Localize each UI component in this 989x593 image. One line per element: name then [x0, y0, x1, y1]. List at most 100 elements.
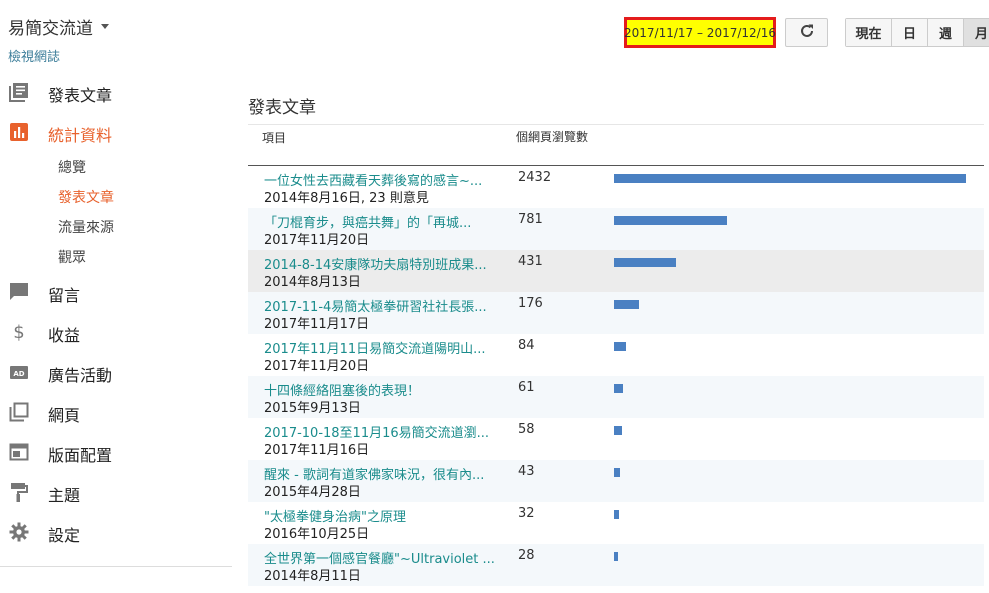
- post-date: 2014年8月13日: [264, 275, 361, 290]
- stats-icon: [8, 121, 30, 143]
- post-date: 2017年11月16日: [264, 443, 370, 458]
- blog-selector[interactable]: 易簡交流道: [8, 14, 109, 39]
- posts-table: 項目 個網頁瀏覽數 一位女性去西藏看天葬後寫的感言~... 2014年8月16日,…: [248, 124, 984, 586]
- sidebar-item-posts[interactable]: 發表文章: [0, 77, 232, 107]
- view-bar: [614, 216, 727, 225]
- table-row: 2017-10-18至11月16易簡交流道瀏... 2017年11月16日 58: [248, 418, 984, 460]
- refresh-button[interactable]: [785, 18, 828, 47]
- view-bar: [614, 300, 639, 309]
- pages-icon: [8, 401, 30, 423]
- sidebar-item-comments[interactable]: 留言: [0, 277, 232, 307]
- paint-roller-icon: [8, 481, 30, 503]
- stats-sub-audience[interactable]: 觀眾: [58, 247, 86, 267]
- table-row: 「刀棍育步，與癌共舞」的「再城... 2017年11月20日 781: [248, 208, 984, 250]
- sidebar-item-pages[interactable]: 網頁: [0, 397, 232, 427]
- svg-text:AD: AD: [13, 370, 24, 378]
- view-bar-track: [614, 552, 966, 561]
- stats-sub-posts[interactable]: 發表文章: [58, 187, 114, 207]
- refresh-icon: [799, 23, 815, 43]
- period-selector: 現在 日 週 月: [845, 18, 989, 47]
- post-view-count: 28: [518, 548, 535, 563]
- post-date: 2014年8月11日: [264, 569, 361, 584]
- view-bar-track: [614, 342, 966, 351]
- post-view-count: 32: [518, 506, 535, 521]
- sidebar-item-label: 統計資料: [48, 126, 113, 145]
- sidebar-item-label: 設定: [48, 526, 81, 545]
- stats-sub-overview[interactable]: 總覽: [58, 157, 86, 177]
- post-date: 2015年4月28日: [264, 485, 361, 500]
- sidebar-item-label: 版面配置: [48, 446, 113, 465]
- post-date: 2016年10月25日: [264, 527, 370, 542]
- view-bar-track: [614, 468, 966, 477]
- column-header-views: 個網頁瀏覽數: [516, 130, 589, 144]
- post-date: 2015年9月13日: [264, 401, 361, 416]
- post-view-count: 176: [518, 296, 543, 311]
- view-bar: [614, 258, 676, 267]
- view-bar-track: [614, 384, 966, 393]
- view-blog-link[interactable]: 檢視網誌: [8, 46, 60, 65]
- stats-sub-traffic-sources[interactable]: 流量來源: [58, 217, 114, 237]
- post-date: 2017年11月20日: [264, 233, 370, 248]
- ads-icon: AD: [8, 361, 30, 383]
- view-bar-track: [614, 174, 966, 183]
- table-row: 2017年11月11日易簡交流道陽明山... 2017年11月20日 84: [248, 334, 984, 376]
- view-bar: [614, 342, 626, 351]
- sidebar-item-ads[interactable]: AD 廣告活動: [0, 357, 232, 387]
- sidebar-item-earnings[interactable]: $ 收益: [0, 317, 232, 347]
- post-view-count: 43: [518, 464, 535, 479]
- sidebar-item-label: 主題: [48, 486, 81, 505]
- view-bar-track: [614, 510, 966, 519]
- sidebar-item-stats[interactable]: 統計資料: [0, 117, 232, 147]
- sidebar-item-theme[interactable]: 主題: [0, 477, 232, 507]
- post-view-count: 431: [518, 254, 543, 269]
- blog-title: 易簡交流道: [8, 19, 93, 39]
- period-month-button[interactable]: 月: [963, 19, 989, 46]
- sidebar-divider: [0, 566, 232, 567]
- svg-text:$: $: [13, 322, 24, 342]
- sidebar-item-layout[interactable]: 版面配置: [0, 437, 232, 467]
- dollar-icon: $: [8, 321, 30, 343]
- table-row: 醒來 - 歌詞有道家佛家味況，很有內... 2015年4月28日 43: [248, 460, 984, 502]
- post-view-count: 2432: [518, 170, 552, 185]
- post-date: 2017年11月17日: [264, 317, 370, 332]
- sidebar-item-label: 廣告活動: [48, 366, 113, 385]
- view-bar: [614, 384, 623, 393]
- sidebar-item-label: 網頁: [48, 406, 81, 425]
- period-week-button[interactable]: 週: [927, 19, 963, 46]
- post-view-count: 58: [518, 422, 535, 437]
- layout-icon: [8, 441, 30, 463]
- view-bar: [614, 468, 620, 477]
- date-range-picker[interactable]: 2017/11/17 – 2017/12/16: [624, 17, 776, 48]
- table-row: 一位女性去西藏看天葬後寫的感言~... 2014年8月16日, 23 則意見 243…: [248, 166, 984, 208]
- gear-icon: [8, 521, 30, 543]
- caret-down-icon: [101, 24, 109, 29]
- table-row: 全世界第一個感官餐廳"~Ultraviolet ... 2014年8月11日 28: [248, 544, 984, 586]
- view-bar: [614, 174, 966, 183]
- sidebar: 易簡交流道 檢視網誌 發表文章 統計資料 總覽 發表文章 流量來源 觀眾 留言 …: [0, 0, 232, 593]
- table-row: 2017-11-4易簡太極拳研習社社長張... 2017年11月17日 176: [248, 292, 984, 334]
- post-view-count: 781: [518, 212, 543, 227]
- view-bar-track: [614, 426, 966, 435]
- period-now-button[interactable]: 現在: [846, 19, 891, 46]
- post-date: 2017年11月20日: [264, 359, 370, 374]
- view-bar: [614, 510, 619, 519]
- table-row: "太極拳健身治病"之原理 2016年10月25日 32: [248, 502, 984, 544]
- column-header-item: 項目: [262, 131, 287, 145]
- post-view-count: 84: [518, 338, 535, 353]
- sidebar-item-settings[interactable]: 設定: [0, 517, 232, 547]
- view-bar-track: [614, 216, 966, 225]
- view-bar-track: [614, 300, 966, 309]
- table-row: 十四條經絡阻塞後的表現！ 2015年9月13日 61: [248, 376, 984, 418]
- view-bar-track: [614, 258, 966, 267]
- comments-icon: [8, 281, 30, 303]
- table-row: 2014-8-14安康隊功夫扇特別班成果... 2014年8月13日 431: [248, 250, 984, 292]
- post-view-count: 61: [518, 380, 535, 395]
- view-bar: [614, 552, 618, 561]
- sidebar-item-label: 發表文章: [48, 86, 113, 105]
- post-date: 2014年8月16日, 23 則意見: [264, 191, 429, 206]
- sidebar-item-label: 留言: [48, 286, 81, 305]
- sidebar-item-label: 收益: [48, 326, 81, 345]
- period-day-button[interactable]: 日: [891, 19, 927, 46]
- posts-icon: [8, 81, 30, 103]
- view-bar: [614, 426, 622, 435]
